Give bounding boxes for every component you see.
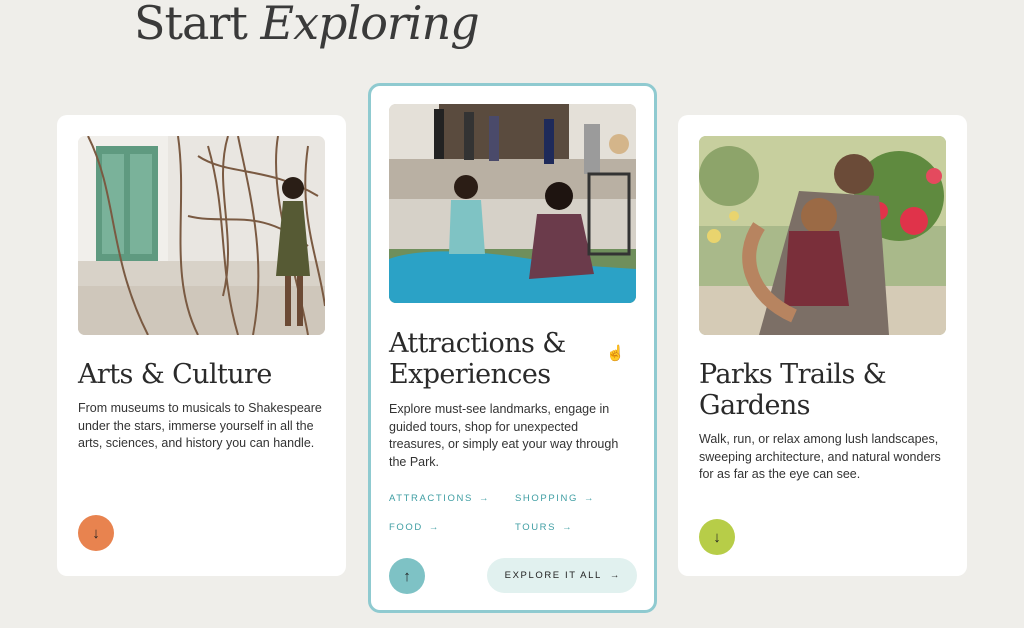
card-arts-culture[interactable]: Arts & Culture From museums to musicals … — [57, 115, 346, 576]
card-title: Arts & Culture — [78, 359, 272, 390]
card-description: From museums to musicals to Shakespeare … — [78, 401, 322, 450]
card-description: Explore must-see landmarks, engage in gu… — [389, 402, 619, 469]
link-label: FOOD — [389, 522, 423, 533]
expand-button[interactable]: ↓ — [699, 519, 735, 555]
link-tours[interactable]: TOURS → — [515, 522, 572, 533]
card-title: Parks Trails & Gardens — [699, 359, 887, 421]
link-food[interactable]: FOOD → — [389, 522, 438, 533]
attractions-photo — [389, 104, 636, 303]
card-description: Walk, run, or relax among lush landscape… — [699, 432, 941, 481]
explore-it-all-button[interactable]: EXPLORE IT ALL → — [487, 558, 637, 593]
hand-pointer-icon: ☝ — [606, 345, 625, 362]
parks-photo — [699, 136, 946, 335]
card-title: Attractions & Experiences — [389, 328, 566, 390]
collapse-button[interactable]: ↑ — [389, 558, 425, 594]
link-label: SHOPPING — [515, 493, 578, 504]
link-attractions[interactable]: ATTRACTIONS → — [389, 493, 488, 504]
card-attractions-experiences[interactable]: Attractions & Experiences ☝ Explore must… — [368, 83, 657, 613]
arrow-right-icon: → — [428, 522, 439, 533]
link-shopping[interactable]: SHOPPING → — [515, 493, 593, 504]
card-parks-trails-gardens[interactable]: Parks Trails & Gardens Walk, run, or rel… — [678, 115, 967, 576]
link-label: ATTRACTIONS — [389, 493, 473, 504]
arrow-right-icon: → — [609, 570, 620, 581]
expand-button[interactable]: ↓ — [78, 515, 114, 551]
title-italic: Exploring — [260, 0, 480, 50]
button-label: EXPLORE IT ALL — [504, 570, 602, 581]
arrow-right-icon: → — [583, 493, 594, 504]
title-plain: Start — [134, 0, 261, 50]
page-title: Start Exploring — [134, 0, 480, 50]
arrow-down-icon: ↓ — [713, 528, 721, 546]
arrow-right-icon: → — [478, 493, 489, 504]
link-label: TOURS — [515, 522, 557, 533]
arrow-up-icon: ↑ — [403, 567, 411, 585]
arrow-right-icon: → — [562, 522, 572, 533]
arrow-down-icon: ↓ — [92, 524, 100, 542]
arts-culture-photo — [78, 136, 325, 335]
